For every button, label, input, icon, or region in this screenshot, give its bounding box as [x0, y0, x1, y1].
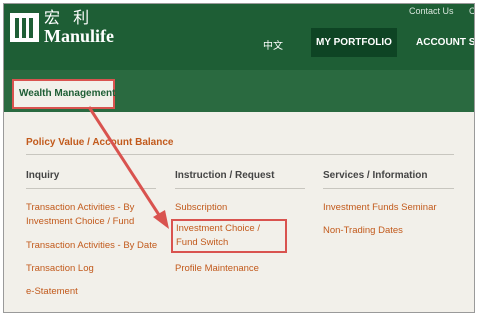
logo-english-text: Manulife — [44, 26, 114, 46]
logo-mark-icon — [10, 13, 39, 42]
link-transaction-by-date[interactable]: Transaction Activities - By Date — [26, 239, 157, 253]
link-transaction-by-fund[interactable]: Transaction Activities - By Investment C… — [26, 201, 161, 229]
inquiry-divider — [26, 188, 156, 189]
tab-wealth-management[interactable]: Wealth Management — [12, 79, 116, 109]
link-fund-switch[interactable]: Investment Choice / Fund Switch — [171, 219, 287, 253]
link-subscription[interactable]: Subscription — [175, 201, 227, 215]
services-heading: Services / Information — [323, 170, 428, 181]
instruction-divider — [175, 188, 305, 189]
contact-us-link[interactable]: Contact Us — [409, 6, 454, 16]
site-header: 宏 利 Manulife Contact Us Co 中文 MY PORTFOL… — [4, 4, 474, 80]
link-non-trading-dates[interactable]: Non-Trading Dates — [323, 224, 403, 238]
utility-links: Contact Us Co — [409, 6, 474, 16]
utility-link-truncated[interactable]: Co — [469, 6, 474, 16]
manulife-logo[interactable]: 宏 利 Manulife — [10, 10, 114, 45]
link-transaction-log[interactable]: Transaction Log — [26, 262, 94, 276]
language-switch-link[interactable]: 中文 — [263, 37, 283, 52]
logo-chinese-text: 宏 利 — [44, 8, 94, 27]
menu-panel: Policy Value / Account Balance Inquiry T… — [4, 112, 474, 312]
link-e-statement[interactable]: e-Statement — [26, 285, 78, 299]
link-profile-maintenance[interactable]: Profile Maintenance — [175, 262, 259, 276]
instruction-heading: Instruction / Request — [175, 170, 275, 181]
browser-frame: 宏 利 Manulife Contact Us Co 中文 MY PORTFOL… — [3, 3, 475, 313]
link-investment-funds-seminar[interactable]: Investment Funds Seminar — [323, 201, 437, 215]
services-divider — [323, 188, 454, 189]
policy-value-link[interactable]: Policy Value / Account Balance — [26, 137, 173, 148]
divider — [26, 154, 454, 155]
nav-my-portfolio[interactable]: MY PORTFOLIO — [311, 28, 397, 57]
nav-account-services[interactable]: ACCOUNT SI — [416, 37, 474, 48]
inquiry-heading: Inquiry — [26, 170, 60, 181]
